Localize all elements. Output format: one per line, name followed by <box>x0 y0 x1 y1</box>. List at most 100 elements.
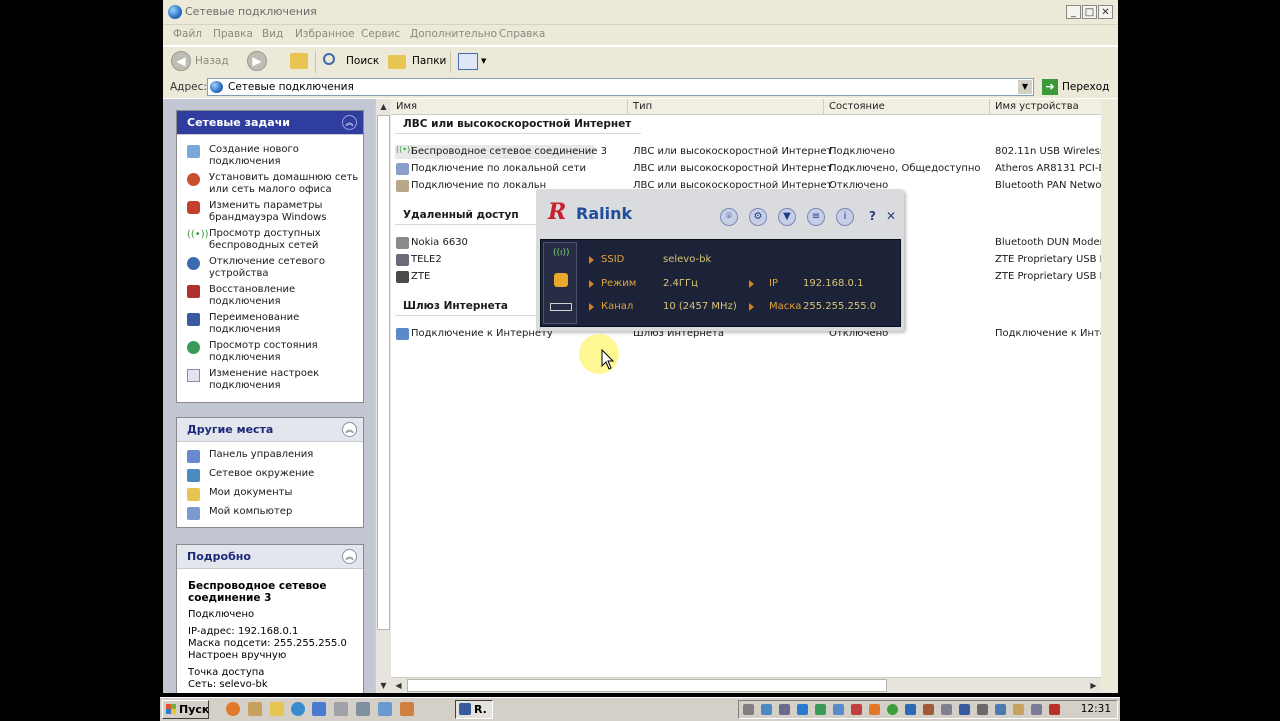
folders-icon[interactable] <box>388 55 406 69</box>
task-pane-scrollbar[interactable]: ▲ ▼ <box>375 99 391 693</box>
scroll-left-icon[interactable]: ◀ <box>391 678 406 693</box>
tray-icon[interactable] <box>941 704 952 715</box>
view-mode-icon[interactable] <box>458 53 478 70</box>
bullet-arrow-icon <box>749 280 754 288</box>
quicklaunch-icon[interactable] <box>378 702 392 716</box>
menu-view[interactable]: Вид <box>262 28 283 40</box>
row-name[interactable]: Подключение по локальн <box>411 180 546 191</box>
folder-icon[interactable] <box>270 702 284 716</box>
collapse-chevron-icon[interactable]: ︽ <box>342 549 357 564</box>
go-button[interactable]: ➜ Переход <box>1040 78 1116 96</box>
details-header[interactable]: Подробно ︽ <box>177 545 363 569</box>
row-name[interactable]: Подключение по локальной сети <box>411 163 586 174</box>
gear-icon[interactable]: ⚙ <box>749 208 767 226</box>
task-label: Установить домашнюю сеть или сеть малого… <box>209 172 359 195</box>
scroll-thumb[interactable] <box>407 679 887 692</box>
folders-button[interactable]: Папки <box>412 55 446 67</box>
minimize-button[interactable]: _ <box>1066 5 1081 19</box>
scroll-down-icon[interactable]: ▼ <box>376 678 391 693</box>
quicklaunch-icon[interactable] <box>334 702 348 716</box>
tray-icon[interactable] <box>959 704 970 715</box>
row-name[interactable]: TELE2 <box>411 254 442 265</box>
column-header-type[interactable]: Тип <box>628 99 824 115</box>
menu-edit[interactable]: Правка <box>213 28 253 40</box>
back-button[interactable]: Назад <box>195 55 229 67</box>
menu-favorites[interactable]: Избранное <box>295 28 355 40</box>
search-button[interactable]: Поиск <box>346 55 379 67</box>
tray-icon[interactable] <box>779 704 790 715</box>
quicklaunch-icon[interactable] <box>312 702 326 716</box>
address-field[interactable]: Сетевые подключения ▼ <box>207 78 1034 96</box>
close-button[interactable]: ✕ <box>1098 5 1113 19</box>
up-folder-icon[interactable] <box>290 53 308 69</box>
tray-icon[interactable] <box>887 704 898 715</box>
browser-icon[interactable] <box>291 702 305 716</box>
row-name[interactable]: Nokia 6630 <box>411 237 468 248</box>
column-header-device[interactable]: Имя устройства <box>990 99 1118 115</box>
tray-icon[interactable] <box>743 704 754 715</box>
quicklaunch-icon[interactable] <box>356 702 370 716</box>
antenna-icon[interactable]: ⌾ <box>720 208 738 226</box>
tray-icon[interactable] <box>815 704 826 715</box>
firefox-icon[interactable] <box>226 702 240 716</box>
scroll-thumb[interactable] <box>377 115 390 630</box>
menu-help[interactable]: Справка <box>499 28 545 40</box>
row-name[interactable]: Подключение к Интернету <box>411 328 553 339</box>
tray-icon[interactable] <box>851 704 862 715</box>
tray-icon[interactable] <box>923 704 934 715</box>
tray-icon[interactable] <box>977 704 988 715</box>
tray-icon[interactable] <box>995 704 1006 715</box>
tray-icon[interactable] <box>761 704 772 715</box>
title-bar[interactable]: Сетевые подключения _ □ ✕ <box>163 0 1118 25</box>
forward-arrow-icon[interactable]: ▶ <box>247 51 267 71</box>
tray-icon[interactable] <box>869 704 880 715</box>
horizontal-scrollbar[interactable]: ◀ ▶ <box>391 677 1101 693</box>
menu-advanced[interactable]: Дополнительно <box>410 28 497 40</box>
view-dropdown-icon[interactable]: ▼ <box>481 57 486 65</box>
start-label: Пуск <box>179 703 210 716</box>
lan-connection-icon <box>396 180 409 192</box>
start-button[interactable]: Пуск <box>162 700 209 719</box>
menu-tools[interactable]: Сервис <box>361 28 400 40</box>
network-icon[interactable]: ▼ <box>778 208 796 226</box>
help-icon[interactable]: ? <box>869 209 876 223</box>
details-title: Подробно <box>187 550 251 563</box>
collapse-chevron-icon[interactable]: ︽ <box>342 115 357 130</box>
network-tasks-header[interactable]: Сетевые задачи ︽ <box>177 111 363 135</box>
collapse-chevron-icon[interactable]: ︽ <box>342 422 357 437</box>
tray-icon[interactable] <box>905 704 916 715</box>
wireless-icon: ((•)) <box>187 229 209 240</box>
document-icon[interactable]: ≡ <box>807 208 825 226</box>
tray-icon[interactable] <box>833 704 844 715</box>
tray-icon[interactable] <box>797 704 808 715</box>
close-icon[interactable]: ✕ <box>886 209 896 223</box>
window-title: Сетевые подключения <box>185 5 317 18</box>
scroll-up-icon[interactable]: ▲ <box>376 99 391 114</box>
taskbar-task-ralink[interactable]: R. <box>455 700 493 719</box>
ralink-logo: R Ralink <box>548 199 648 225</box>
network-tasks-panel: Сетевые задачи ︽ Создание нового подключ… <box>176 110 364 403</box>
scroll-right-icon[interactable]: ▶ <box>1086 678 1101 693</box>
tray-icon[interactable] <box>1013 704 1024 715</box>
info-icon[interactable]: i <box>836 208 854 226</box>
other-places-panel: Другие места ︽ Панель управления Сетевое… <box>176 417 364 528</box>
signal-antenna-icon: ((ı)) <box>553 248 570 258</box>
row-name[interactable]: ZTE <box>411 271 430 282</box>
column-header-state[interactable]: Состояние <box>824 99 990 115</box>
back-arrow-icon[interactable]: ◀ <box>171 51 191 71</box>
clock[interactable]: 12:31 <box>1081 703 1111 715</box>
column-header-name[interactable]: Имя <box>391 99 628 115</box>
search-icon[interactable] <box>323 53 335 65</box>
menu-file[interactable]: Файл <box>173 28 202 40</box>
other-places-header[interactable]: Другие места ︽ <box>177 418 363 442</box>
maximize-button[interactable]: □ <box>1082 5 1097 19</box>
us-flag-icon[interactable] <box>1049 704 1060 715</box>
explorer-window: Сетевые подключения _ □ ✕ Файл Правка Ви… <box>163 0 1118 693</box>
address-dropdown-icon[interactable]: ▼ <box>1018 80 1032 94</box>
task-label: Просмотр состояния подключения <box>209 340 318 363</box>
other-places-title: Другие места <box>187 423 274 436</box>
lan-connection-icon <box>396 163 409 175</box>
tray-icon[interactable] <box>1031 704 1042 715</box>
quicklaunch-icon[interactable] <box>248 702 262 716</box>
quicklaunch-icon[interactable] <box>400 702 414 716</box>
